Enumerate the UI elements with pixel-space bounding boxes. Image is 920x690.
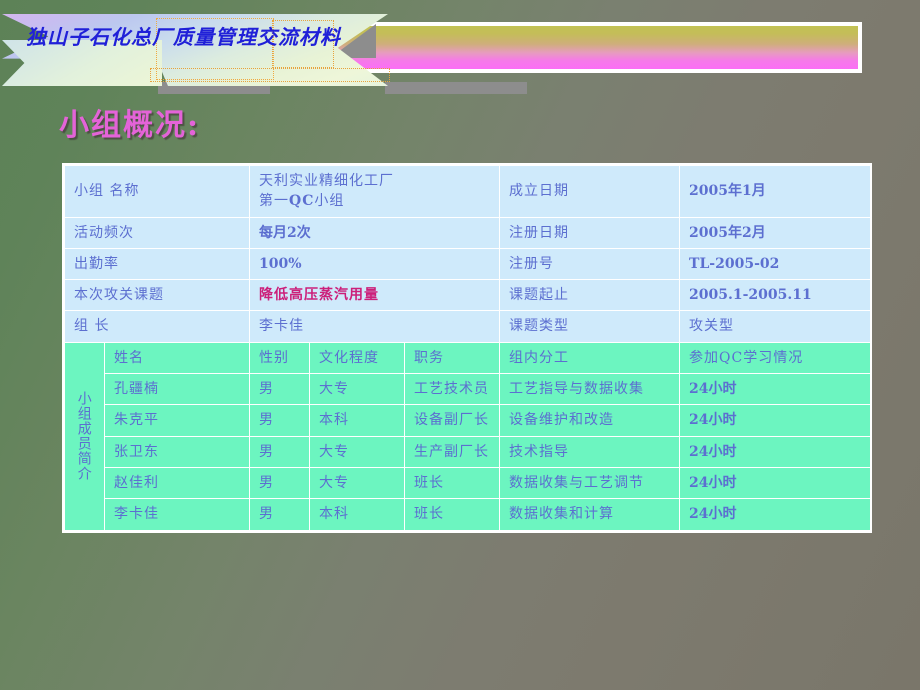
cell-value-current-topic: 降低高压蒸汽用量	[249, 279, 501, 312]
cell-label-current-topic: 本次攻关课题	[63, 279, 251, 312]
ribbon-shadow-right	[385, 82, 527, 94]
member-education: 大专	[309, 373, 406, 406]
member-gender: 男	[249, 435, 311, 468]
member-education: 本科	[309, 498, 406, 531]
table-body: 小组 名称 天利实业精细化工厂 第一QC小组 成立日期 2005年1月 活动频次…	[63, 165, 872, 531]
member-role: 数据收集与工艺调节	[499, 466, 681, 500]
member-position: 班长	[404, 466, 501, 500]
member-role: 技术指导	[499, 435, 681, 468]
member-qc-training: 24小时	[679, 404, 872, 437]
table-row: 本次攻关课题 降低高压蒸汽用量 课题起止 2005.1-2005.11	[63, 279, 872, 312]
member-name: 孔疆楠	[103, 373, 251, 406]
group-name-line1: 天利实业精细化工厂	[259, 173, 395, 189]
cell-label-team-leader: 组 长	[63, 310, 251, 343]
table-row: 活动频次 每月2次 注册日期 2005年2月	[63, 216, 872, 249]
cell-label-register-date: 注册日期	[499, 216, 681, 249]
cell-label-group-name: 小组 名称	[63, 165, 251, 218]
member-row: 孔疆楠 男 大专 工艺技术员 工艺指导与数据收集 24小时	[65, 373, 872, 406]
cell-members-side-label: 小组成员简介	[64, 341, 105, 531]
cell-value-register-date: 2005年2月	[679, 216, 872, 249]
cell-label-register-number: 注册号	[499, 247, 681, 281]
member-position: 工艺技术员	[404, 373, 501, 406]
cell-value-attendance-rate: 100%	[249, 247, 501, 281]
col-header-name: 姓名	[103, 341, 251, 375]
member-qc-training: 24小时	[679, 373, 872, 406]
page-title: 小组概况:	[59, 108, 201, 143]
member-gender: 男	[249, 373, 311, 406]
member-qc-training: 24小时	[679, 435, 872, 468]
member-row: 赵佳利 男 大专 班长 数据收集与工艺调节 24小时	[65, 466, 872, 500]
cell-value-topic-type: 攻关型	[679, 310, 872, 343]
col-header-gender: 性别	[249, 341, 311, 375]
member-name: 赵佳利	[103, 466, 251, 500]
banner-title: 独山子石化总厂质量管理交流材料	[26, 25, 341, 49]
member-role: 数据收集和计算	[499, 498, 681, 531]
member-row: 朱克平 男 本科 设备副厂长 设备维护和改造 24小时	[65, 404, 872, 437]
members-side-label-text: 小组成员简介	[75, 391, 92, 482]
overview-table: 小组 名称 天利实业精细化工厂 第一QC小组 成立日期 2005年1月 活动频次…	[63, 165, 872, 531]
member-row: 李卡佳 男 本科 班长 数据收集和计算 24小时	[65, 498, 872, 531]
slide: 独山子石化总厂质量管理交流材料 小组概况: 小组 名称 天利实业精细化工厂 第一…	[0, 0, 920, 690]
col-header-education: 文化程度	[309, 341, 406, 375]
col-header-qc-training: 参加QC学习情况	[679, 341, 872, 375]
member-role: 设备维护和改造	[499, 404, 681, 437]
member-row: 张卫东 男 大专 生产副厂长 技术指导 24小时	[65, 435, 872, 468]
member-position: 生产副厂长	[404, 435, 501, 468]
member-gender: 男	[249, 498, 311, 531]
col-header-role: 组内分工	[499, 341, 681, 375]
cell-label-founded-date: 成立日期	[499, 165, 681, 218]
member-name: 朱克平	[103, 404, 251, 437]
ribbon-dotted-outline-3	[150, 68, 390, 82]
banner: 独山子石化总厂质量管理交流材料	[0, 0, 920, 110]
col-header-position: 职务	[404, 341, 501, 375]
cell-value-topic-period: 2005.1-2005.11	[679, 279, 872, 312]
table-row: 组 长 李卡佳 课题类型 攻关型	[63, 310, 872, 343]
cell-label-topic-period: 课题起止	[499, 279, 681, 312]
member-position: 设备副厂长	[404, 404, 501, 437]
cell-label-attendance-rate: 出勤率	[63, 247, 251, 281]
group-name-line2: 第一QC小组	[259, 193, 345, 210]
member-name: 李卡佳	[103, 498, 251, 531]
member-gender: 男	[249, 404, 311, 437]
table-row: 小组 名称 天利实业精细化工厂 第一QC小组 成立日期 2005年1月	[63, 165, 872, 218]
cell-value-group-name: 天利实业精细化工厂 第一QC小组	[249, 165, 501, 218]
members-header-row: 小组成员简介 姓名 性别 文化程度 职务 组内分工 参加QC学习情况	[64, 341, 872, 531]
cell-label-activity-frequency: 活动频次	[63, 216, 251, 249]
member-education: 大专	[309, 435, 406, 468]
cell-value-founded-date: 2005年1月	[679, 165, 872, 218]
member-name: 张卫东	[103, 435, 251, 468]
member-gender: 男	[249, 466, 311, 500]
cell-value-team-leader: 李卡佳	[249, 310, 501, 343]
cell-value-register-number: TL-2005-02	[679, 247, 872, 281]
member-qc-training: 24小时	[679, 498, 872, 531]
member-education: 本科	[309, 404, 406, 437]
cell-value-activity-frequency: 每月2次	[249, 216, 501, 249]
member-position: 班长	[404, 498, 501, 531]
member-role: 工艺指导与数据收集	[499, 373, 681, 406]
table-row: 出勤率 100% 注册号 TL-2005-02	[63, 247, 872, 281]
cell-label-topic-type: 课题类型	[499, 310, 681, 343]
member-education: 大专	[309, 466, 406, 500]
member-qc-training: 24小时	[679, 466, 872, 500]
group-overview-table: 小组 名称 天利实业精细化工厂 第一QC小组 成立日期 2005年1月 活动频次…	[62, 163, 872, 533]
